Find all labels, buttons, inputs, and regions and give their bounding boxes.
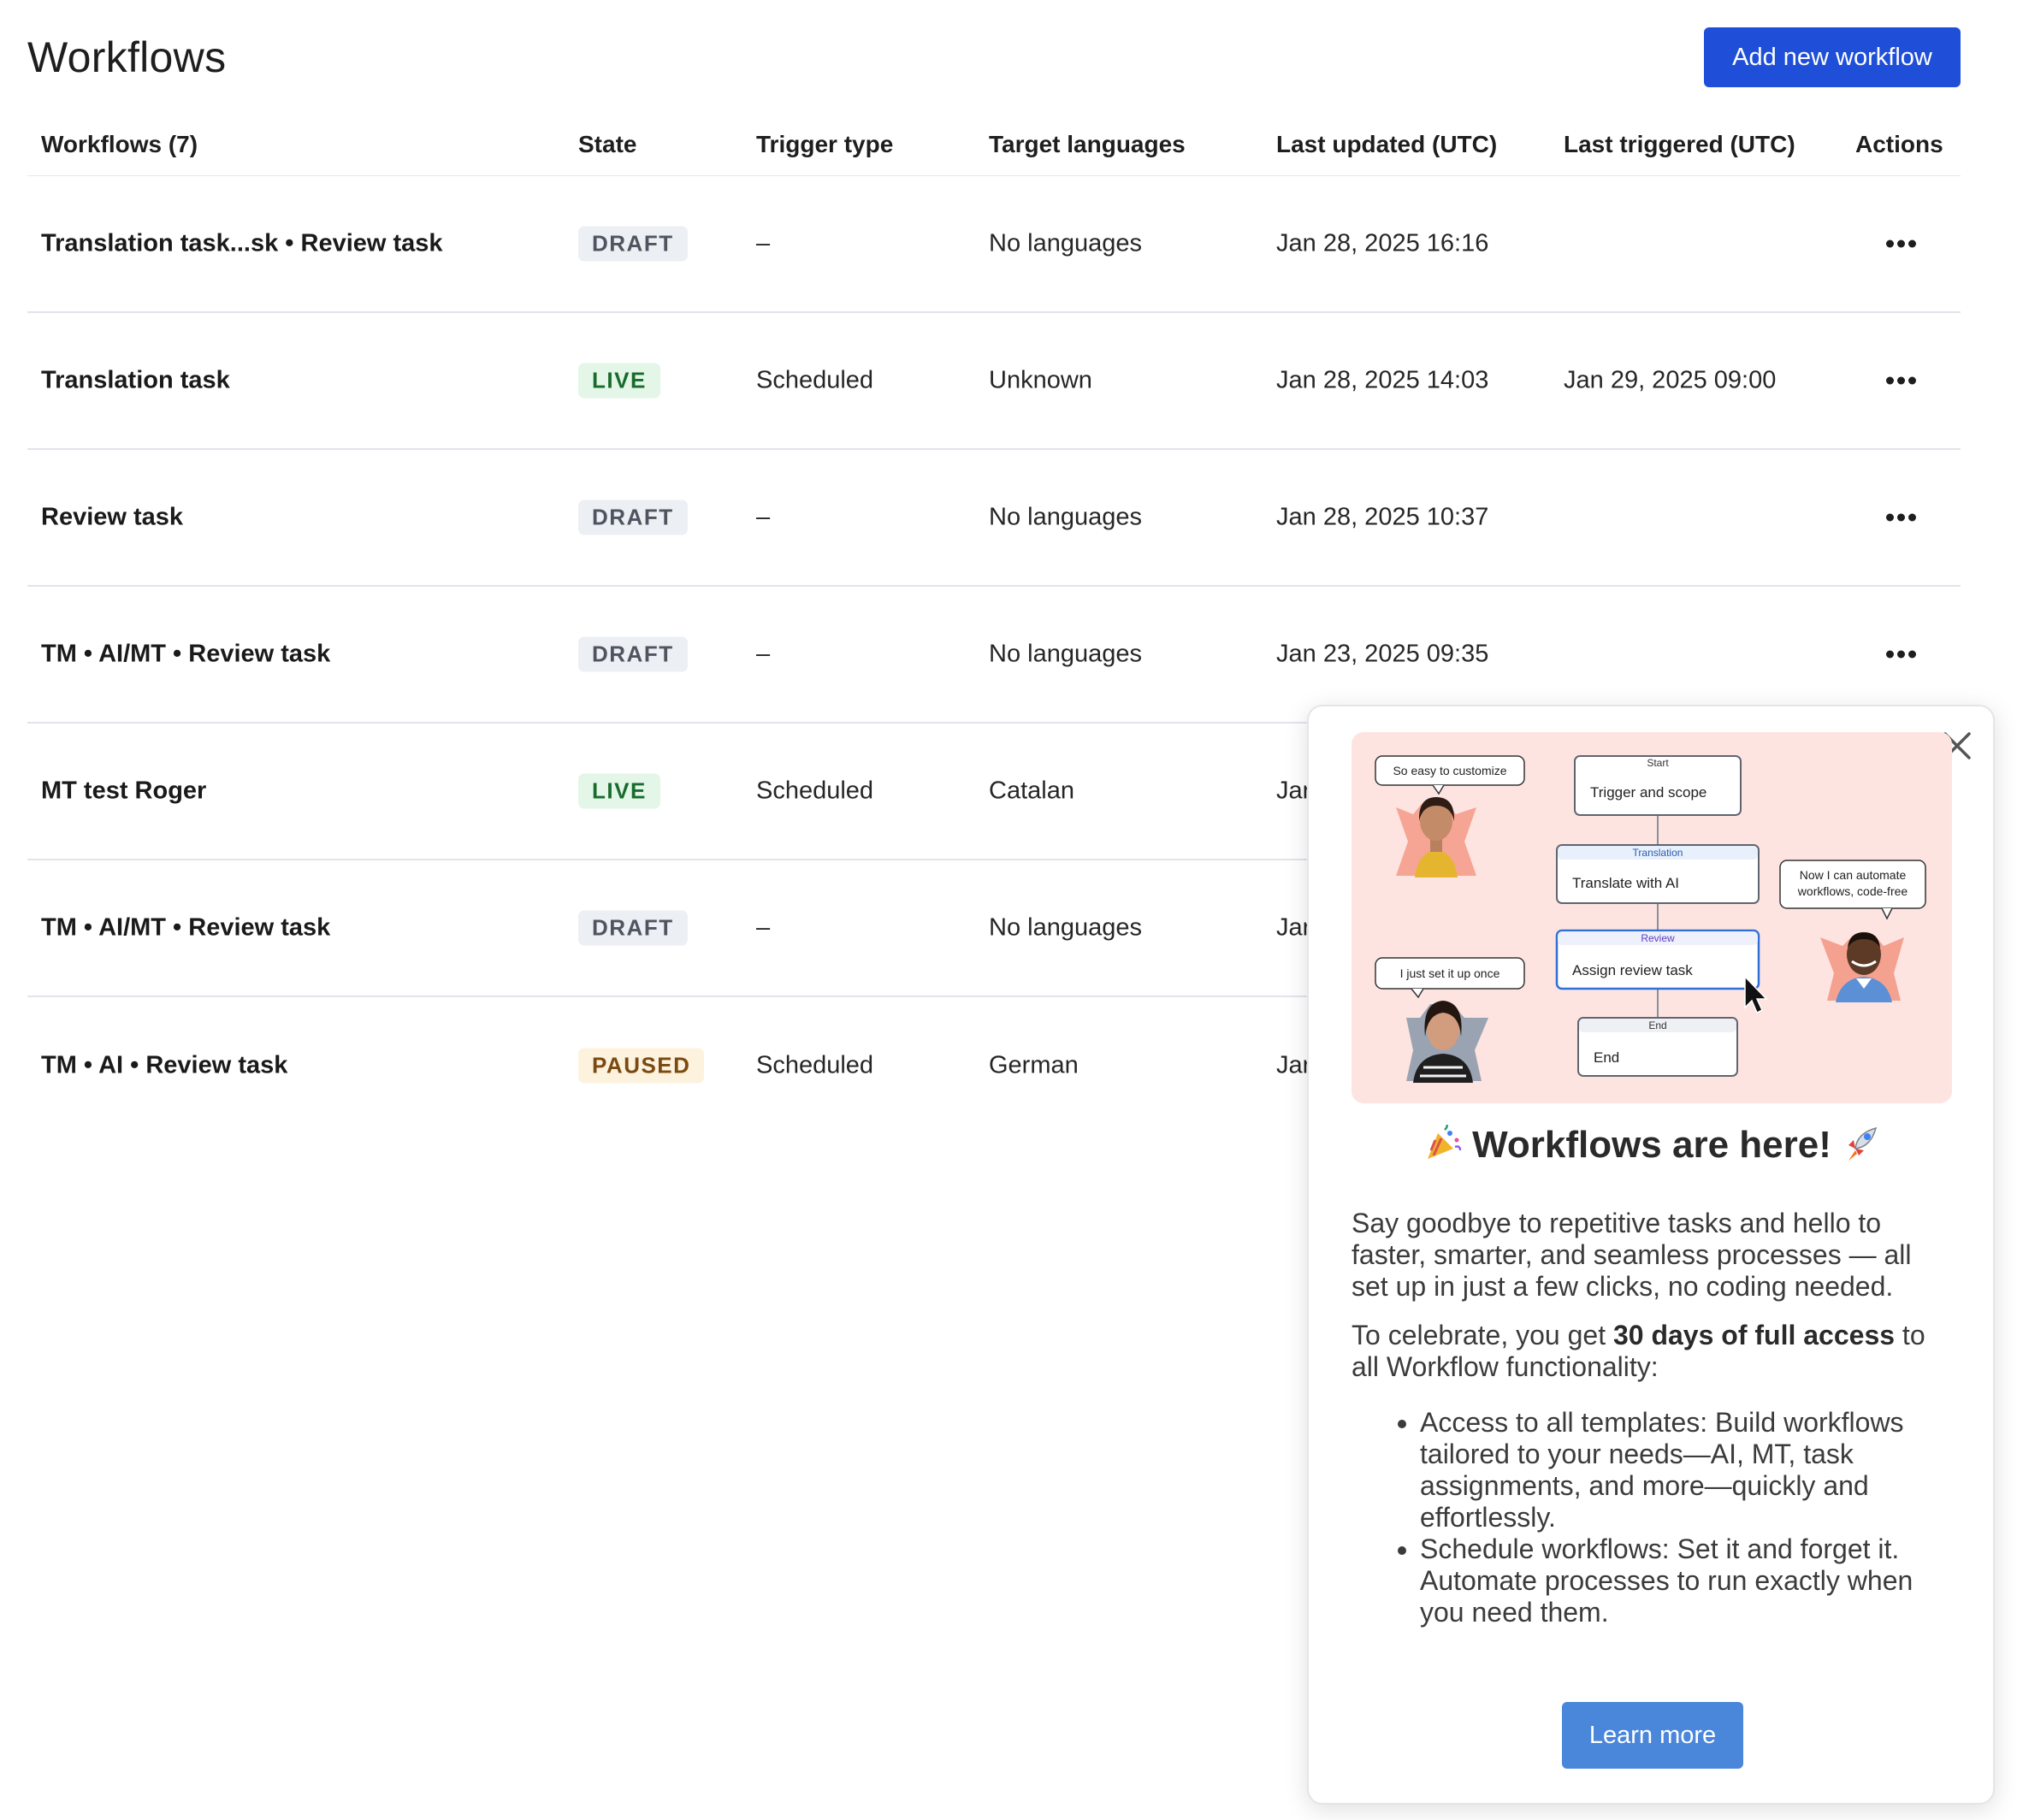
- rocket-icon: [1845, 1126, 1878, 1161]
- speech-bubble: So easy to customize: [1375, 755, 1525, 795]
- more-actions-icon[interactable]: [1881, 235, 1921, 253]
- last-updated: Jar: [1276, 913, 1311, 942]
- state-badge: DRAFT: [578, 226, 688, 262]
- workflow-name[interactable]: Review task: [41, 504, 183, 532]
- column-header-state[interactable]: State: [578, 131, 636, 158]
- svg-text:Translate with AI: Translate with AI: [1572, 875, 1679, 891]
- last-updated: Jan 28, 2025 16:16: [1276, 229, 1489, 257]
- table-header: Workflows (7) State Trigger type Target …: [27, 120, 1961, 176]
- more-actions-icon[interactable]: [1881, 509, 1921, 527]
- speech-bubble: I just set it up once: [1375, 957, 1525, 999]
- target-languages: Unknown: [989, 366, 1092, 394]
- target-languages: No languages: [989, 229, 1142, 257]
- popup-title: Workflows are here!: [1352, 1124, 1952, 1167]
- person-avatar: [1406, 1001, 1488, 1083]
- table-row[interactable]: TM • AI/MT • Review task DRAFT – No lang…: [27, 587, 1961, 724]
- svg-text:Start: Start: [1647, 757, 1669, 769]
- table-row[interactable]: Review task DRAFT – No languages Jan 28,…: [27, 450, 1961, 587]
- column-header-last-triggered[interactable]: Last triggered (UTC): [1564, 131, 1795, 158]
- svg-text:Assign review task: Assign review task: [1572, 962, 1693, 978]
- workflow-name[interactable]: TM • AI/MT • Review task: [41, 641, 330, 669]
- column-header-last-updated[interactable]: Last updated (UTC): [1276, 131, 1497, 158]
- add-new-workflow-button[interactable]: Add new workflow: [1704, 27, 1961, 87]
- table-row[interactable]: Translation task LIVE Scheduled Unknown …: [27, 313, 1961, 450]
- table-row[interactable]: Translation task...sk • Review task DRAF…: [27, 176, 1961, 313]
- column-header-target-languages[interactable]: Target languages: [989, 131, 1186, 158]
- learn-more-button[interactable]: Learn more: [1562, 1702, 1743, 1769]
- svg-text:Trigger and scope: Trigger and scope: [1590, 784, 1706, 801]
- announcement-popup: Start Trigger and scope Translation Tran…: [1307, 705, 1995, 1805]
- svg-text:Translation: Translation: [1633, 847, 1683, 859]
- popup-title-text: Workflows are here!: [1472, 1124, 1831, 1166]
- workflow-name[interactable]: Translation task...sk • Review task: [41, 230, 443, 258]
- list-item: Access to all templates: Build workflows…: [1420, 1407, 1952, 1533]
- end-node: End End: [1577, 1017, 1738, 1077]
- feature-list: Access to all templates: Build workflows…: [1420, 1407, 1952, 1628]
- last-updated: Jar: [1276, 777, 1311, 805]
- target-languages: German: [989, 1051, 1079, 1079]
- more-actions-icon[interactable]: [1881, 372, 1921, 390]
- page-header: Workflows Add new workflow: [27, 27, 1961, 87]
- target-languages: No languages: [989, 640, 1142, 668]
- trigger-type: –: [756, 640, 771, 668]
- svg-text:End: End: [1648, 1019, 1666, 1031]
- trigger-type: Scheduled: [756, 1051, 874, 1079]
- offer-highlight: 30 days of full access: [1612, 1320, 1896, 1350]
- state-badge: PAUSED: [578, 1048, 705, 1084]
- last-updated: Jar: [1276, 1051, 1311, 1079]
- last-updated: Jan 23, 2025 09:35: [1276, 640, 1489, 668]
- list-item: Schedule workflows: Set it and forget it…: [1420, 1533, 1952, 1628]
- trigger-type: Scheduled: [756, 777, 874, 805]
- target-languages: No languages: [989, 503, 1142, 531]
- trigger-type: –: [756, 229, 771, 257]
- workflow-name[interactable]: Translation task: [41, 367, 230, 395]
- svg-text:I just set it up once: I just set it up once: [1400, 966, 1500, 980]
- popup-intro: Say goodbye to repetitive tasks and hell…: [1352, 1208, 1912, 1302]
- column-header-workflows[interactable]: Workflows (7): [41, 131, 198, 158]
- state-badge: DRAFT: [578, 910, 688, 946]
- svg-text:So easy to customize: So easy to customize: [1393, 764, 1506, 777]
- person-avatar: [1820, 932, 1904, 1002]
- svg-text:End: End: [1594, 1049, 1619, 1066]
- popup-body: Say goodbye to repetitive tasks and hell…: [1352, 1208, 1952, 1628]
- person-avatar: [1396, 797, 1476, 878]
- translation-node: Translation Translate with AI: [1556, 844, 1760, 904]
- workflow-name[interactable]: TM • AI • Review task: [41, 1052, 287, 1080]
- page-title: Workflows: [27, 33, 227, 81]
- review-node: Review Assign review task: [1555, 929, 1760, 990]
- last-updated: Jan 28, 2025 10:37: [1276, 503, 1489, 531]
- column-header-trigger-type[interactable]: Trigger type: [756, 131, 893, 158]
- column-header-actions: Actions: [1855, 131, 1943, 157]
- party-popper-icon: [1427, 1125, 1462, 1159]
- state-badge: DRAFT: [578, 499, 688, 535]
- last-triggered: Jan 29, 2025 09:00: [1564, 366, 1777, 394]
- target-languages: No languages: [989, 913, 1142, 942]
- last-updated: Jan 28, 2025 14:03: [1276, 366, 1489, 394]
- speech-bubble: Now I can automate workflows, code-free: [1779, 860, 1926, 920]
- popup-offer: To celebrate, you get 30 days of full ac…: [1352, 1320, 1925, 1382]
- trigger-type: –: [756, 913, 771, 942]
- svg-text:workflows, code-free: workflows, code-free: [1797, 884, 1908, 898]
- workflow-name[interactable]: TM • AI/MT • Review task: [41, 914, 330, 942]
- target-languages: Catalan: [989, 777, 1074, 805]
- trigger-type: Scheduled: [756, 366, 874, 394]
- workflow-name[interactable]: MT test Roger: [41, 777, 206, 806]
- svg-text:Now I can automate: Now I can automate: [1800, 868, 1907, 882]
- svg-text:Review: Review: [1641, 932, 1675, 944]
- state-badge: LIVE: [578, 773, 660, 809]
- more-actions-icon[interactable]: [1881, 646, 1921, 664]
- start-node: Start Trigger and scope: [1574, 755, 1742, 816]
- workflow-illustration: Start Trigger and scope Translation Tran…: [1352, 732, 1952, 1103]
- state-badge: DRAFT: [578, 636, 688, 672]
- state-badge: LIVE: [578, 363, 660, 399]
- trigger-type: –: [756, 503, 771, 531]
